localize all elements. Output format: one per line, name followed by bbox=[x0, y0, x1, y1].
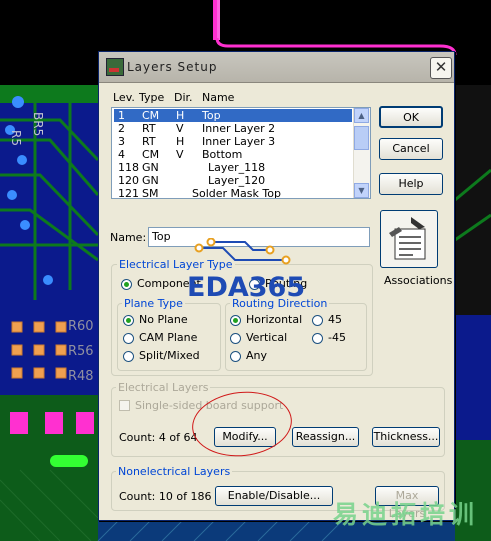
layer-row[interactable]: 120 GN Layer_120 bbox=[114, 174, 352, 187]
close-icon: ✕ bbox=[434, 58, 448, 76]
title-bar[interactable]: Layers Setup ✕ bbox=[99, 52, 454, 83]
nonelectrical-count: Count: 10 of 186 bbox=[119, 490, 212, 503]
dir-45-radio[interactable] bbox=[312, 315, 323, 326]
vertical-radio[interactable] bbox=[230, 333, 241, 344]
dir-45-label: 45 bbox=[328, 313, 342, 326]
no-plane-label: No Plane bbox=[139, 313, 188, 326]
silkscreen-r48: R48 bbox=[68, 369, 94, 384]
associations-label: Associations bbox=[384, 274, 453, 287]
horizontal-radio[interactable] bbox=[230, 315, 241, 326]
scroll-thumb[interactable] bbox=[354, 126, 369, 150]
close-button[interactable]: ✕ bbox=[430, 57, 452, 79]
layer-list[interactable]: 1 CM H Top 2 RT V Inner Layer 2 3 RT H Inner Laye… bbox=[111, 107, 371, 199]
plane-type-title: Plane Type bbox=[122, 297, 185, 310]
silkscreen-r5: R5 bbox=[9, 130, 23, 146]
layer-row[interactable]: 4 CM V Bottom bbox=[114, 148, 352, 161]
associations-icon bbox=[389, 217, 426, 260]
layer-row[interactable]: 121 SM Solder Mask Top bbox=[114, 187, 352, 198]
cam-plane-radio[interactable] bbox=[123, 333, 134, 344]
watermark-text: EDA365 bbox=[187, 272, 306, 303]
layer-row[interactable]: 2 RT V Inner Layer 2 bbox=[114, 122, 352, 135]
any-label: Any bbox=[246, 349, 268, 362]
reassign-button[interactable]: Reassign... bbox=[292, 427, 359, 447]
vertical-label: Vertical bbox=[246, 331, 288, 344]
pads-app-icon bbox=[106, 58, 124, 76]
name-label: Name: bbox=[110, 231, 147, 244]
header-name: Name bbox=[202, 91, 235, 104]
component-radio[interactable] bbox=[121, 279, 132, 290]
cancel-button[interactable]: Cancel bbox=[379, 138, 443, 160]
help-button[interactable]: Help bbox=[379, 173, 443, 195]
silkscreen-r56: R56 bbox=[68, 344, 94, 359]
cam-plane-label: CAM Plane bbox=[139, 331, 198, 344]
split-mixed-radio[interactable] bbox=[123, 351, 134, 362]
ok-button[interactable]: OK bbox=[379, 106, 443, 128]
scroll-up-icon[interactable]: ▲ bbox=[354, 108, 369, 123]
any-radio[interactable] bbox=[230, 351, 241, 362]
thickness-button[interactable]: Thickness... bbox=[372, 427, 440, 447]
associations-button[interactable] bbox=[380, 210, 438, 268]
header-lev: Lev. bbox=[113, 91, 135, 104]
corner-logo: 易迪拓培训 bbox=[333, 500, 479, 529]
window-title: Layers Setup bbox=[127, 60, 218, 74]
layer-row[interactable]: 118 GN Layer_118 bbox=[114, 161, 352, 174]
no-plane-radio[interactable] bbox=[123, 315, 134, 326]
layer-row[interactable]: 1 CM H Top bbox=[114, 109, 352, 122]
split-mixed-label: Split/Mixed bbox=[139, 349, 200, 362]
horizontal-label: Horizontal bbox=[246, 313, 303, 326]
watermark-trace-icon bbox=[194, 238, 291, 265]
electrical-layers-title: Electrical Layers bbox=[116, 381, 211, 394]
single-sided-checkbox[interactable] bbox=[119, 400, 130, 411]
dir-minus45-label: -45 bbox=[328, 331, 346, 344]
silkscreen-br5: BR5 bbox=[31, 112, 45, 136]
list-scrollbar[interactable]: ▲ ▼ bbox=[353, 108, 370, 198]
header-type: Type bbox=[139, 91, 165, 104]
silkscreen-r60: R60 bbox=[68, 319, 94, 334]
nonelectrical-layers-title: Nonelectrical Layers bbox=[116, 465, 233, 478]
scroll-down-icon[interactable]: ▼ bbox=[354, 183, 369, 198]
enable-disable-button[interactable]: Enable/Disable... bbox=[215, 486, 333, 506]
layer-row[interactable]: 3 RT H Inner Layer 3 bbox=[114, 135, 352, 148]
electrical-count: Count: 4 of 64 bbox=[119, 431, 198, 444]
dir-minus45-radio[interactable] bbox=[312, 333, 323, 344]
header-dir: Dir. bbox=[174, 91, 193, 104]
